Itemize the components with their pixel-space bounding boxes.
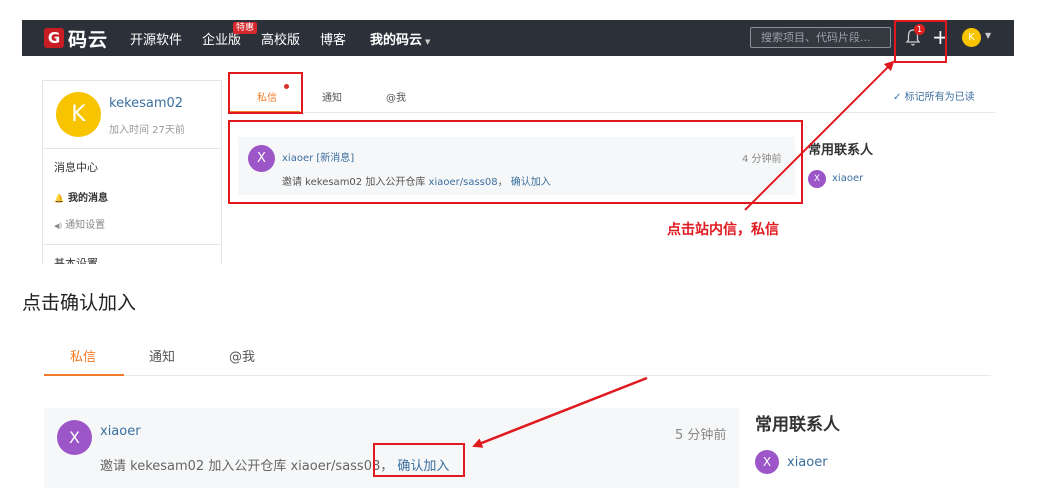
nav-open-source[interactable]: 开源软件 bbox=[130, 29, 182, 48]
sidebar-divider bbox=[43, 244, 221, 245]
search-input[interactable]: 搜索项目、代码片段... bbox=[750, 27, 891, 48]
mark-all-read-label: 标记所有为已读 bbox=[904, 92, 975, 103]
tab-notifications[interactable]: 通知 bbox=[322, 89, 342, 104]
contacts-title: 常用联系人 bbox=[808, 143, 874, 158]
caption-text: 点击确认加入 bbox=[22, 292, 137, 314]
sidebar-item-label: 我的消息 bbox=[67, 193, 108, 204]
nav-my-gitee[interactable]: 我的码云 ▼ bbox=[370, 29, 430, 48]
sender-avatar-zoom[interactable]: X bbox=[57, 420, 92, 455]
contact-avatar[interactable]: X bbox=[808, 170, 826, 188]
sidebar-item-notify-settings[interactable]: ◀) 通知设置 bbox=[54, 216, 105, 231]
active-tab-underline-zoom bbox=[44, 374, 124, 376]
logo-mark-icon: G bbox=[44, 28, 64, 48]
avatar[interactable]: K bbox=[962, 28, 981, 47]
contact-avatar-zoom[interactable]: X bbox=[755, 450, 779, 474]
profile-joined-time: 加入时间 27天前 bbox=[109, 125, 185, 136]
message-text-zoom: 邀请 kekesam02 加入公开仓库 xiaoer/sass08 bbox=[100, 459, 381, 474]
highlight-box-message bbox=[228, 120, 803, 204]
highlight-box-bell bbox=[894, 20, 947, 63]
mark-all-read-button[interactable]: ✓ 标记所有为已读 bbox=[893, 88, 975, 103]
sidebar-section-message-center: 消息中心 bbox=[54, 161, 98, 174]
tabs-divider bbox=[230, 112, 995, 113]
logo[interactable]: G 码云 bbox=[44, 25, 108, 51]
nav-university[interactable]: 高校版 bbox=[261, 29, 300, 48]
bell-icon: 🔔 bbox=[54, 194, 64, 203]
promo-badge: 特惠 bbox=[233, 22, 258, 34]
speaker-icon: ◀) bbox=[54, 222, 63, 230]
avatar-chevron-down-icon[interactable]: ▼ bbox=[985, 31, 991, 40]
sender-name-zoom[interactable]: xiaoer bbox=[100, 424, 141, 439]
logo-text: 码云 bbox=[68, 28, 109, 51]
tab-notifications-zoom[interactable]: 通知 bbox=[149, 346, 175, 365]
chevron-down-icon: ▼ bbox=[425, 38, 431, 46]
nav-my-gitee-label: 我的码云 bbox=[370, 33, 423, 48]
message-time-zoom: 5 分钟前 bbox=[675, 428, 727, 443]
tab-private-messages-zoom[interactable]: 私信 bbox=[70, 346, 96, 365]
contact-name-zoom[interactable]: xiaoer bbox=[787, 455, 828, 470]
contacts-title-zoom: 常用联系人 bbox=[755, 415, 840, 435]
annotation-text: 点击站内信，私信 bbox=[667, 222, 779, 238]
highlight-box-private-tab bbox=[228, 72, 303, 114]
tab-mentions-zoom[interactable]: @我 bbox=[229, 346, 255, 365]
sidebar-section-basic-settings[interactable]: 基本设置 bbox=[54, 255, 98, 264]
sidebar-item-my-messages[interactable]: 🔔 我的消息 bbox=[54, 189, 108, 204]
highlight-box-confirm-join bbox=[373, 443, 465, 477]
profile-avatar[interactable]: K bbox=[56, 92, 101, 137]
sidebar-item-label: 通知设置 bbox=[65, 220, 106, 231]
tabs-divider-zoom bbox=[44, 375, 991, 376]
check-icon: ✓ bbox=[893, 92, 902, 103]
tab-mentions[interactable]: @我 bbox=[386, 89, 406, 104]
nav-blog[interactable]: 博客 bbox=[320, 29, 346, 48]
profile-username[interactable]: kekesam02 bbox=[109, 96, 183, 111]
contact-name[interactable]: xiaoer bbox=[832, 173, 863, 184]
sidebar-divider bbox=[43, 148, 221, 149]
